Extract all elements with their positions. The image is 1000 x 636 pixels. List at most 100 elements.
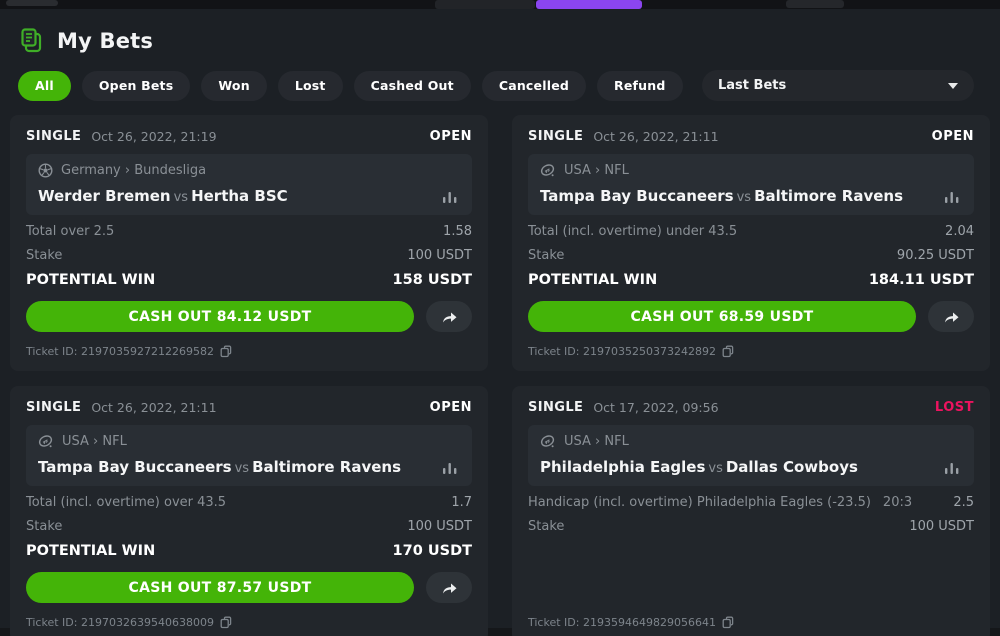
my-bets-page: My Bets All Open Bets Won Lost Cashed Ou… [0,9,1000,628]
card-actions: CASH OUT 87.57 USDT [26,572,472,603]
share-icon [943,310,960,324]
vs-label: vs [232,461,252,476]
share-button[interactable] [426,301,472,332]
stats-icon[interactable] [440,459,460,476]
teams-row: Tampa Bay BuccaneersvsBaltimore Ravens [38,458,460,476]
bet-card: SINGLE Oct 26, 2022, 21:11 OPEN USA › NF… [512,115,990,371]
bet-selection: Total over 2.5 [26,224,114,239]
bet-date: Oct 26, 2022, 21:19 [91,129,216,144]
bet-selection-row: Total over 2.5 1.58 [26,224,472,239]
league-label: USA › NFL [62,434,127,449]
match-title: Tampa Bay BuccaneersvsBaltimore Ravens [38,458,440,476]
copy-icon[interactable] [722,345,734,358]
filter-all[interactable]: All [18,71,71,101]
bet-cards-grid: SINGLE Oct 26, 2022, 21:19 OPEN Germany … [10,115,990,636]
copy-icon[interactable] [722,616,734,629]
card-header: SINGLE Oct 26, 2022, 21:11 OPEN [26,400,472,415]
bet-date: Oct 26, 2022, 21:11 [91,400,216,415]
soccer-icon [38,163,53,178]
ticket-id-label: Ticket ID: 2197032639540638009 [26,616,214,629]
stake-value: 90.25 USDT [897,248,974,263]
match-panel: USA › NFL Tampa Bay BuccaneersvsBaltimor… [26,425,472,486]
bet-type: SINGLE [26,129,81,144]
navbar-active-tab[interactable] [536,0,642,9]
stake-value: 100 USDT [407,519,472,534]
ticket-id-value: 2197035250373242892 [583,345,716,358]
ticket-row: Ticket ID: 2197035927212269582 [26,345,472,358]
filter-open-bets[interactable]: Open Bets [82,71,191,101]
navbar-item-stub[interactable] [786,0,844,8]
stake-row: Stake 100 USDT [26,519,472,534]
filter-refund[interactable]: Refund [597,71,683,101]
cash-out-button[interactable]: CASH OUT 87.57 USDT [26,572,414,603]
league-label: Germany › Bundesliga [61,163,206,178]
match-panel: USA › NFL Philadelphia EaglesvsDallas Co… [528,425,974,486]
share-button[interactable] [928,301,974,332]
card-header: SINGLE Oct 17, 2022, 09:56 LOST [528,400,974,415]
cash-out-button[interactable]: CASH OUT 68.59 USDT [528,301,916,332]
match-title: Tampa Bay BuccaneersvsBaltimore Ravens [540,187,942,205]
ticket-id-value: 2197035927212269582 [81,345,214,358]
filter-won[interactable]: Won [201,71,266,101]
stake-value: 100 USDT [909,519,974,534]
page-title: My Bets [57,29,153,53]
stats-icon[interactable] [440,188,460,205]
league-label: USA › NFL [564,434,629,449]
card-actions: CASH OUT 84.12 USDT [26,301,472,332]
bet-date: Oct 17, 2022, 09:56 [593,400,718,415]
match-panel: Germany › Bundesliga Werder BremenvsHert… [26,154,472,215]
odds-value: 2.5 [953,495,974,510]
home-team: Philadelphia Eagles [540,458,705,476]
filter-pills: All Open Bets Won Lost Cashed Out Cancel… [18,71,702,101]
card-header: SINGLE Oct 26, 2022, 21:11 OPEN [528,129,974,144]
home-team: Tampa Bay Buccaneers [540,187,734,205]
share-icon [441,581,458,595]
bet-selection-row: Total (incl. overtime) over 43.5 1.7 [26,495,472,510]
match-title: Werder BremenvsHertha BSC [38,187,440,205]
league-row: USA › NFL [540,434,962,449]
copy-icon[interactable] [220,345,232,358]
home-team: Werder Bremen [38,187,171,205]
filter-lost[interactable]: Lost [278,71,343,101]
bet-selection: Handicap (incl. overtime) Philadelphia E… [528,495,871,510]
away-team: Baltimore Ravens [754,187,903,205]
stake-label: Stake [26,519,407,534]
bet-type: SINGLE [26,400,81,415]
status-badge: OPEN [430,129,472,144]
home-team: Tampa Bay Buccaneers [38,458,232,476]
top-navbar [0,0,1000,9]
cash-out-button[interactable]: CASH OUT 84.12 USDT [26,301,414,332]
potential-win-value: 170 USDT [393,543,472,559]
filter-cancelled[interactable]: Cancelled [482,71,586,101]
bet-date: Oct 26, 2022, 21:11 [593,129,718,144]
teams-row: Philadelphia EaglesvsDallas Cowboys [540,458,962,476]
football-icon [540,163,556,178]
status-badge: OPEN [430,400,472,415]
away-team: Hertha BSC [191,187,288,205]
ticket-id-value: 2193594649829056641 [583,616,716,629]
bet-type: SINGLE [528,400,583,415]
potential-win-row: POTENTIAL WIN 184.11 USDT [528,272,974,288]
vs-label: vs [734,190,754,205]
navbar-tab-stub[interactable] [435,0,535,9]
filter-row: All Open Bets Won Lost Cashed Out Cancel… [18,70,986,101]
bet-card: SINGLE Oct 17, 2022, 09:56 LOST USA › NF… [512,386,990,636]
bet-selection: Total (incl. overtime) over 43.5 [26,495,226,510]
stake-row: Stake 90.25 USDT [528,248,974,263]
sort-dropdown[interactable]: Last Bets [702,70,974,101]
potential-win-value: 184.11 USDT [869,272,974,288]
spacer [528,534,974,603]
stake-label: Stake [26,248,407,263]
share-button[interactable] [426,572,472,603]
away-team: Baltimore Ravens [252,458,401,476]
football-icon [540,434,556,449]
stats-icon[interactable] [942,188,962,205]
stats-icon[interactable] [942,459,962,476]
sort-dropdown-value: Last Bets [718,78,948,93]
ticket-id-label: Ticket ID: 2197035250373242892 [528,345,716,358]
filter-cashed-out[interactable]: Cashed Out [354,71,471,101]
copy-icon[interactable] [220,616,232,629]
ticket-id-value: 2197032639540638009 [81,616,214,629]
bet-selection: Total (incl. overtime) under 43.5 [528,224,737,239]
vs-label: vs [705,461,725,476]
